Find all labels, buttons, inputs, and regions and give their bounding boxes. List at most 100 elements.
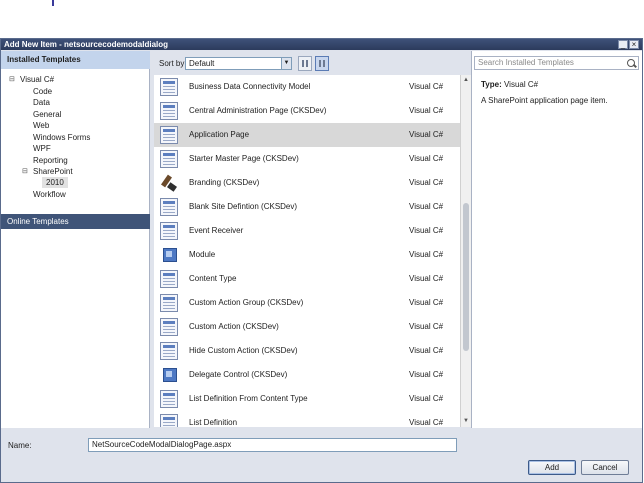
template-language: Visual C# bbox=[409, 418, 444, 427]
page-icon bbox=[160, 342, 178, 360]
page-icon bbox=[160, 294, 178, 312]
tree-item-code[interactable]: Code bbox=[33, 86, 52, 97]
add-new-item-dialog: Add New Item - netsourcecodemodaldialog … bbox=[0, 38, 643, 483]
template-name: Business Data Connectivity Model bbox=[189, 82, 311, 91]
tree-item-workflow[interactable]: Workflow bbox=[33, 189, 66, 200]
template-language: Visual C# bbox=[409, 154, 444, 163]
template-language: Visual C# bbox=[409, 394, 444, 403]
template-language: Visual C# bbox=[409, 106, 444, 115]
name-field[interactable]: NetSourceCodeModalDialogPage.aspx bbox=[88, 438, 457, 452]
sort-by-label: Sort by: bbox=[159, 59, 187, 68]
tree-item-general[interactable]: General bbox=[33, 109, 61, 120]
event-icon bbox=[160, 222, 178, 240]
template-list: Business Data Connectivity Model Visual C… bbox=[154, 75, 461, 427]
scroll-up-icon[interactable]: ▲ bbox=[461, 75, 471, 85]
tree-item-sharepoint[interactable]: SharePoint bbox=[33, 166, 73, 177]
template-row[interactable]: Blank Site Defintion (CKSDev) Visual C# bbox=[154, 195, 461, 219]
chevron-down-icon[interactable]: ▼ bbox=[281, 58, 291, 69]
template-type: Type: Visual C# bbox=[481, 79, 538, 90]
page-icon bbox=[160, 318, 178, 336]
template-row[interactable]: Branding (CKSDev) Visual C# bbox=[154, 171, 461, 195]
template-language: Visual C# bbox=[409, 130, 444, 139]
online-templates-item[interactable]: Online Templates bbox=[1, 214, 150, 229]
template-row[interactable]: Custom Action (CKSDev) Visual C# bbox=[154, 315, 461, 339]
text-cursor bbox=[52, 0, 54, 6]
template-name: Module bbox=[189, 250, 216, 259]
template-name: Event Receiver bbox=[189, 226, 244, 235]
tree-item-visual-csharp[interactable]: Visual C# bbox=[20, 74, 54, 85]
template-row[interactable]: Application Page Visual C# bbox=[154, 123, 461, 147]
template-language: Visual C# bbox=[409, 346, 444, 355]
template-row[interactable]: Custom Action Group (CKSDev) Visual C# bbox=[154, 291, 461, 315]
template-language: Visual C# bbox=[409, 298, 444, 307]
page-icon bbox=[160, 102, 178, 120]
template-language: Visual C# bbox=[409, 226, 444, 235]
search-placeholder: Search Installed Templates bbox=[478, 58, 574, 67]
search-templates-input[interactable]: Search Installed Templates bbox=[474, 56, 639, 70]
template-description: A SharePoint application page item. bbox=[481, 96, 608, 105]
template-language: Visual C# bbox=[409, 250, 444, 259]
template-row[interactable]: Starter Master Page (CKSDev) Visual C# bbox=[154, 147, 461, 171]
title-bar: Add New Item - netsourcecodemodaldialog … bbox=[1, 39, 642, 50]
minimize-button[interactable]: _ bbox=[618, 40, 628, 49]
template-row[interactable]: Module Visual C# bbox=[154, 243, 461, 267]
template-name: Delegate Control (CKSDev) bbox=[189, 370, 288, 379]
close-button[interactable]: × bbox=[629, 40, 639, 49]
brush-icon bbox=[160, 174, 178, 192]
template-language: Visual C# bbox=[409, 202, 444, 211]
template-language: Visual C# bbox=[409, 274, 444, 283]
list-view-icon bbox=[319, 60, 325, 67]
template-name: Central Administration Page (CKSDev) bbox=[189, 106, 327, 115]
page-icon bbox=[160, 390, 178, 408]
template-language: Visual C# bbox=[409, 370, 444, 379]
collapse-icon[interactable]: ⊟ bbox=[9, 74, 17, 85]
tree-item-reporting[interactable]: Reporting bbox=[33, 155, 68, 166]
template-row[interactable]: List Definition From Content Type Visual … bbox=[154, 387, 461, 411]
scroll-down-icon[interactable]: ▼ bbox=[461, 416, 471, 426]
collapse-icon[interactable]: ⊟ bbox=[22, 166, 30, 177]
sort-by-value: Default bbox=[189, 59, 215, 68]
template-row[interactable]: Business Data Connectivity Model Visual C… bbox=[154, 75, 461, 99]
module-icon bbox=[160, 246, 178, 264]
template-name: List Definition From Content Type bbox=[189, 394, 308, 403]
tree-item-wpf[interactable]: WPF bbox=[33, 143, 51, 154]
page-icon bbox=[160, 414, 178, 427]
list-view-button[interactable] bbox=[315, 56, 329, 71]
template-name: Hide Custom Action (CKSDev) bbox=[189, 346, 298, 355]
tree-item-web[interactable]: Web bbox=[33, 120, 49, 131]
page-icon bbox=[160, 150, 178, 168]
template-name: Content Type bbox=[189, 274, 237, 283]
template-row[interactable]: Event Receiver Visual C# bbox=[154, 219, 461, 243]
template-name: Starter Master Page (CKSDev) bbox=[189, 154, 299, 163]
type-value: Visual C# bbox=[503, 80, 539, 89]
medium-icons-view-button[interactable] bbox=[298, 56, 312, 71]
template-row[interactable]: Delegate Control (CKSDev) Visual C# bbox=[154, 363, 461, 387]
template-list-scrollbar[interactable]: ▲ ▼ bbox=[460, 75, 471, 427]
template-language: Visual C# bbox=[409, 82, 444, 91]
sort-by-dropdown[interactable]: Default ▼ bbox=[185, 57, 292, 70]
type-label: Type: bbox=[481, 80, 502, 89]
template-name: List Definition bbox=[189, 418, 238, 427]
template-row[interactable]: Central Administration Page (CKSDev) Visu… bbox=[154, 99, 461, 123]
tree-item-2010[interactable]: 2010 bbox=[42, 177, 68, 188]
site-icon bbox=[160, 198, 178, 216]
tree-item-windows-forms[interactable]: Windows Forms bbox=[33, 132, 90, 143]
page-icon bbox=[160, 78, 178, 96]
template-row[interactable]: Hide Custom Action (CKSDev) Visual C# bbox=[154, 339, 461, 363]
tree-item-data[interactable]: Data bbox=[33, 97, 50, 108]
template-name: Blank Site Defintion (CKSDev) bbox=[189, 202, 298, 211]
template-categories-pane: Installed Templates ⊟ Visual C# Code Dat… bbox=[1, 51, 150, 428]
cancel-button[interactable]: Cancel bbox=[581, 460, 629, 475]
content-type-icon bbox=[160, 270, 178, 288]
grid-view-icon bbox=[302, 60, 308, 67]
template-language: Visual C# bbox=[409, 322, 444, 331]
page-icon bbox=[160, 126, 178, 144]
background-area bbox=[0, 0, 644, 38]
cube-icon bbox=[160, 366, 178, 384]
template-row[interactable]: List Definition Visual C# bbox=[154, 411, 461, 427]
add-button[interactable]: Add bbox=[528, 460, 576, 475]
scrollbar-thumb[interactable] bbox=[463, 203, 469, 351]
template-row[interactable]: Content Type Visual C# bbox=[154, 267, 461, 291]
search-icon[interactable] bbox=[627, 59, 635, 67]
installed-templates-header[interactable]: Installed Templates bbox=[1, 51, 150, 69]
